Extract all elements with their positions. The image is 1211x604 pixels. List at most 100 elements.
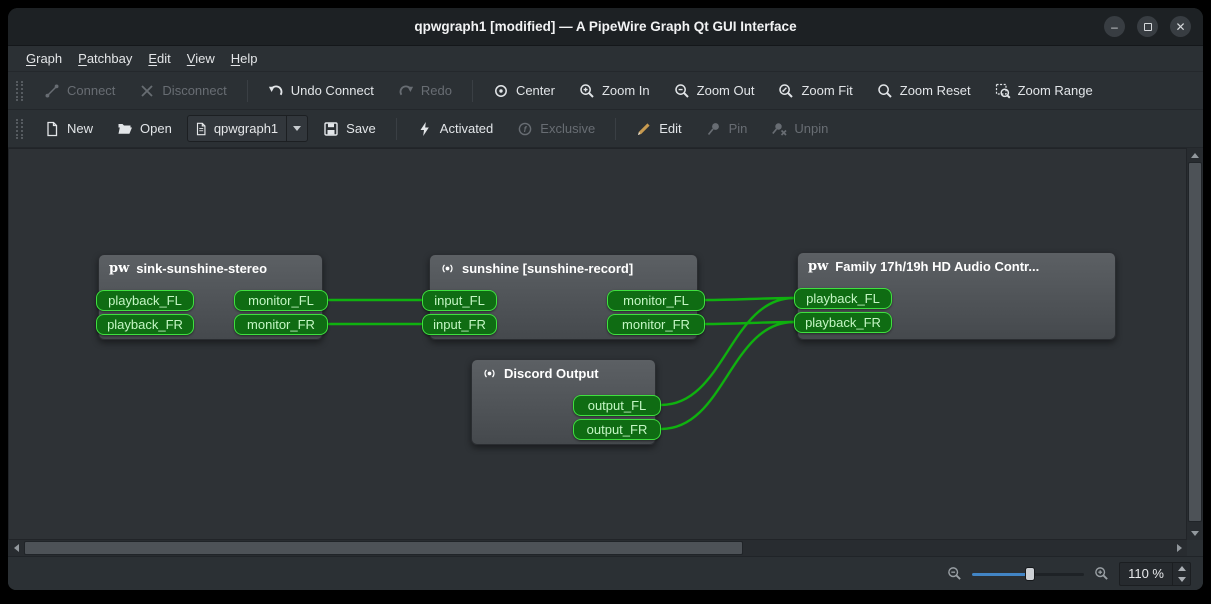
pipewire-icon: pw — [109, 262, 129, 275]
patchbay-file-icon — [194, 122, 208, 136]
connect-icon — [44, 83, 60, 99]
menubar: Graph Patchbay Edit View Help — [8, 46, 1203, 72]
port-sink-playback-fl[interactable]: playback_FL — [96, 290, 194, 311]
undo-icon — [268, 83, 284, 99]
save-icon — [323, 121, 339, 137]
scroll-up-button[interactable] — [1187, 148, 1203, 162]
menu-view[interactable]: View — [179, 48, 223, 69]
app-window: qpwgraph1 [modified] — A PipeWire Graph … — [8, 8, 1203, 590]
window-title: qpwgraph1 [modified] — A PipeWire Graph … — [8, 19, 1203, 34]
port-family-playback-fr[interactable]: playback_FR — [794, 312, 892, 333]
menu-help[interactable]: Help — [223, 48, 266, 69]
unpin-icon — [771, 121, 787, 137]
patchbay-selector[interactable]: qpwgraph1 — [187, 115, 308, 142]
zoom-in-button[interactable]: Zoom In — [570, 79, 659, 103]
toolbar-handle[interactable] — [16, 81, 23, 101]
open-button[interactable]: Open — [108, 117, 181, 141]
zoom-slider-handle[interactable] — [1025, 567, 1035, 581]
monitor-icon — [440, 261, 455, 276]
graph-canvas[interactable]: pw sink-sunshine-stereo sunshine [sunshi… — [8, 148, 1187, 540]
zoom-spinbox[interactable]: 110 % — [1119, 562, 1191, 586]
scroll-left-button[interactable] — [8, 540, 24, 556]
center-button[interactable]: Center — [484, 79, 564, 103]
zoom-reset-button[interactable]: Zoom Reset — [868, 79, 980, 103]
zoom-spin-up-button[interactable] — [1173, 563, 1190, 574]
port-discord-output-fr[interactable]: output_FR — [573, 419, 661, 440]
port-sunshine-input-fl[interactable]: input_FL — [422, 290, 497, 311]
unpin-button[interactable]: Unpin — [762, 117, 837, 141]
exclusive-icon: f — [517, 121, 533, 137]
node-title: sink-sunshine-stereo — [136, 261, 267, 276]
lightning-icon — [417, 121, 433, 137]
disconnect-button[interactable]: Disconnect — [130, 79, 235, 103]
patchbay-selector-value: qpwgraph1 — [214, 121, 278, 136]
horizontal-scrollbar-thumb[interactable] — [24, 541, 743, 555]
connect-button[interactable]: Connect — [35, 79, 124, 103]
zoom-out-icon — [674, 83, 690, 99]
zoom-fit-icon — [778, 83, 794, 99]
center-icon — [493, 83, 509, 99]
redo-icon — [398, 83, 414, 99]
menu-patchbay[interactable]: Patchbay — [70, 48, 140, 69]
zoom-range-icon — [995, 83, 1011, 99]
zoom-out-icon — [947, 566, 962, 581]
svg-text:f: f — [524, 124, 528, 134]
maximize-button[interactable] — [1137, 16, 1158, 37]
patchbay-toolbar: New Open qpwgraph1 Save Activated f Excl… — [8, 110, 1203, 148]
menu-graph[interactable]: Graph — [18, 48, 70, 69]
open-folder-icon — [117, 121, 133, 137]
horizontal-scrollbar[interactable] — [8, 540, 1187, 556]
port-sunshine-monitor-fr[interactable]: monitor_FR — [607, 314, 705, 335]
port-sunshine-input-fr[interactable]: input_FR — [422, 314, 497, 335]
titlebar[interactable]: qpwgraph1 [modified] — A PipeWire Graph … — [8, 8, 1203, 46]
port-sink-monitor-fl[interactable]: monitor_FL — [234, 290, 328, 311]
undo-connect-button[interactable]: Undo Connect — [259, 79, 383, 103]
statusbar: 110 % — [8, 556, 1203, 590]
zoom-range-button[interactable]: Zoom Range — [986, 79, 1102, 103]
pipewire-icon: pw — [808, 260, 828, 273]
scrollbar-corner — [1187, 540, 1203, 556]
zoom-in-icon — [579, 83, 595, 99]
monitor-icon — [482, 366, 497, 381]
scroll-right-button[interactable] — [1171, 540, 1187, 556]
zoom-spin-arrows — [1172, 563, 1190, 585]
disconnect-icon — [139, 83, 155, 99]
zoom-value: 110 % — [1120, 563, 1172, 585]
scroll-down-button[interactable] — [1187, 526, 1203, 540]
toolbar-separator — [396, 118, 397, 140]
zoom-reset-icon — [877, 83, 893, 99]
save-button[interactable]: Save — [314, 117, 385, 141]
zoom-out-button[interactable]: Zoom Out — [665, 79, 764, 103]
port-sink-playback-fr[interactable]: playback_FR — [96, 314, 194, 335]
port-family-playback-fl[interactable]: playback_FL — [794, 288, 892, 309]
toolbar-separator — [247, 80, 248, 102]
new-button[interactable]: New — [35, 117, 102, 141]
close-button[interactable]: ✕ — [1170, 16, 1191, 37]
graph-view: pw sink-sunshine-stereo sunshine [sunshi… — [8, 148, 1203, 556]
vertical-scrollbar[interactable] — [1187, 148, 1203, 540]
edit-toggle[interactable]: Edit — [627, 117, 690, 141]
graph-toolbar: Connect Disconnect Undo Connect Redo Cen… — [8, 72, 1203, 110]
maximize-icon — [1144, 23, 1152, 31]
port-sunshine-monitor-fl[interactable]: monitor_FL — [607, 290, 705, 311]
exclusive-toggle[interactable]: f Exclusive — [508, 117, 604, 141]
minimize-button[interactable]: – — [1104, 16, 1125, 37]
zoom-slider[interactable] — [972, 565, 1084, 583]
node-title: Family 17h/19h HD Audio Contr... — [835, 259, 1039, 274]
pin-button[interactable]: Pin — [697, 117, 757, 141]
zoom-spin-down-button[interactable] — [1173, 574, 1190, 585]
port-sink-monitor-fr[interactable]: monitor_FR — [234, 314, 328, 335]
activated-toggle[interactable]: Activated — [408, 117, 502, 141]
vertical-scrollbar-thumb[interactable] — [1188, 162, 1202, 522]
toolbar-separator — [615, 118, 616, 140]
connections-layer — [9, 149, 1187, 540]
port-discord-output-fl[interactable]: output_FL — [573, 395, 661, 416]
menu-edit[interactable]: Edit — [140, 48, 178, 69]
pin-icon — [706, 121, 722, 137]
new-file-icon — [44, 121, 60, 137]
zoom-in-icon — [1094, 566, 1109, 581]
node-title: Discord Output — [504, 366, 599, 381]
redo-button[interactable]: Redo — [389, 79, 461, 103]
zoom-fit-button[interactable]: Zoom Fit — [769, 79, 861, 103]
toolbar-handle[interactable] — [16, 119, 23, 139]
